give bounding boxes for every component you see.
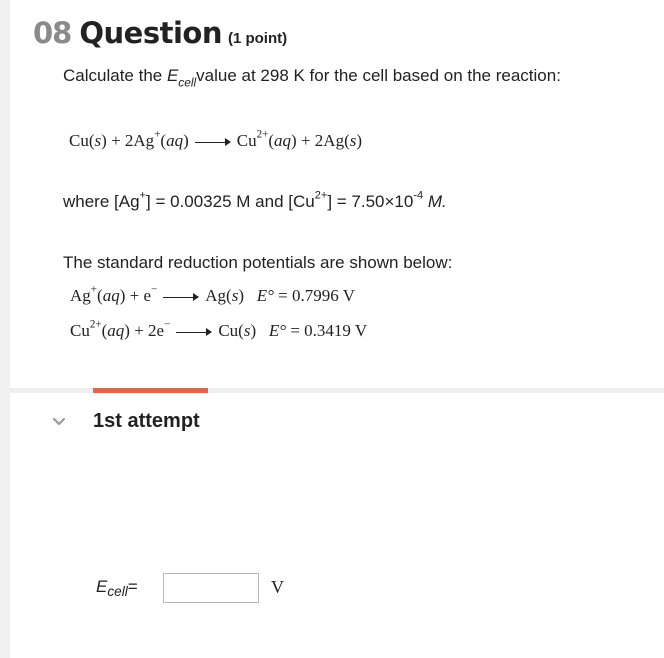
ecell-answer-input[interactable]	[163, 573, 259, 603]
chevron-down-icon[interactable]	[52, 414, 66, 432]
reaction-arrow	[194, 137, 231, 147]
half-reaction-arrow	[176, 327, 213, 337]
half-reaction-silver: Ag+(aq) + e− Ag(s) E° = 0.7996 V	[70, 283, 355, 305]
potentials-heading: The standard reduction potentials are sh…	[63, 253, 453, 272]
half-reaction-arrow	[163, 292, 200, 302]
attempt-label[interactable]: 1st attempt	[93, 410, 200, 433]
question-prompt: Calculate the Ecellvalue at 298 K for th…	[63, 66, 561, 90]
answer-unit: V	[271, 577, 284, 597]
answer-label: Ecell=	[96, 577, 138, 600]
question-number: 08	[33, 16, 72, 50]
question-header: 08 Question (1 point)	[33, 16, 287, 56]
overall-reaction: Cu(s) + 2Ag+(aq) Cu2+(aq) + 2Ag(s)	[69, 128, 363, 150]
question-title: Question	[79, 16, 222, 50]
ecell-symbol: E	[166, 66, 179, 85]
concentration-conditions: where [Ag+] = 0.00325 M and [Cu2+] = 7.5…	[63, 189, 447, 211]
attempt-tab-indicator	[93, 388, 208, 393]
half-reaction-copper: Cu2+(aq) + 2e− Cu(s) E° = 0.3419 V	[70, 318, 368, 340]
question-points: (1 point)	[227, 30, 288, 47]
left-rail	[0, 0, 10, 658]
